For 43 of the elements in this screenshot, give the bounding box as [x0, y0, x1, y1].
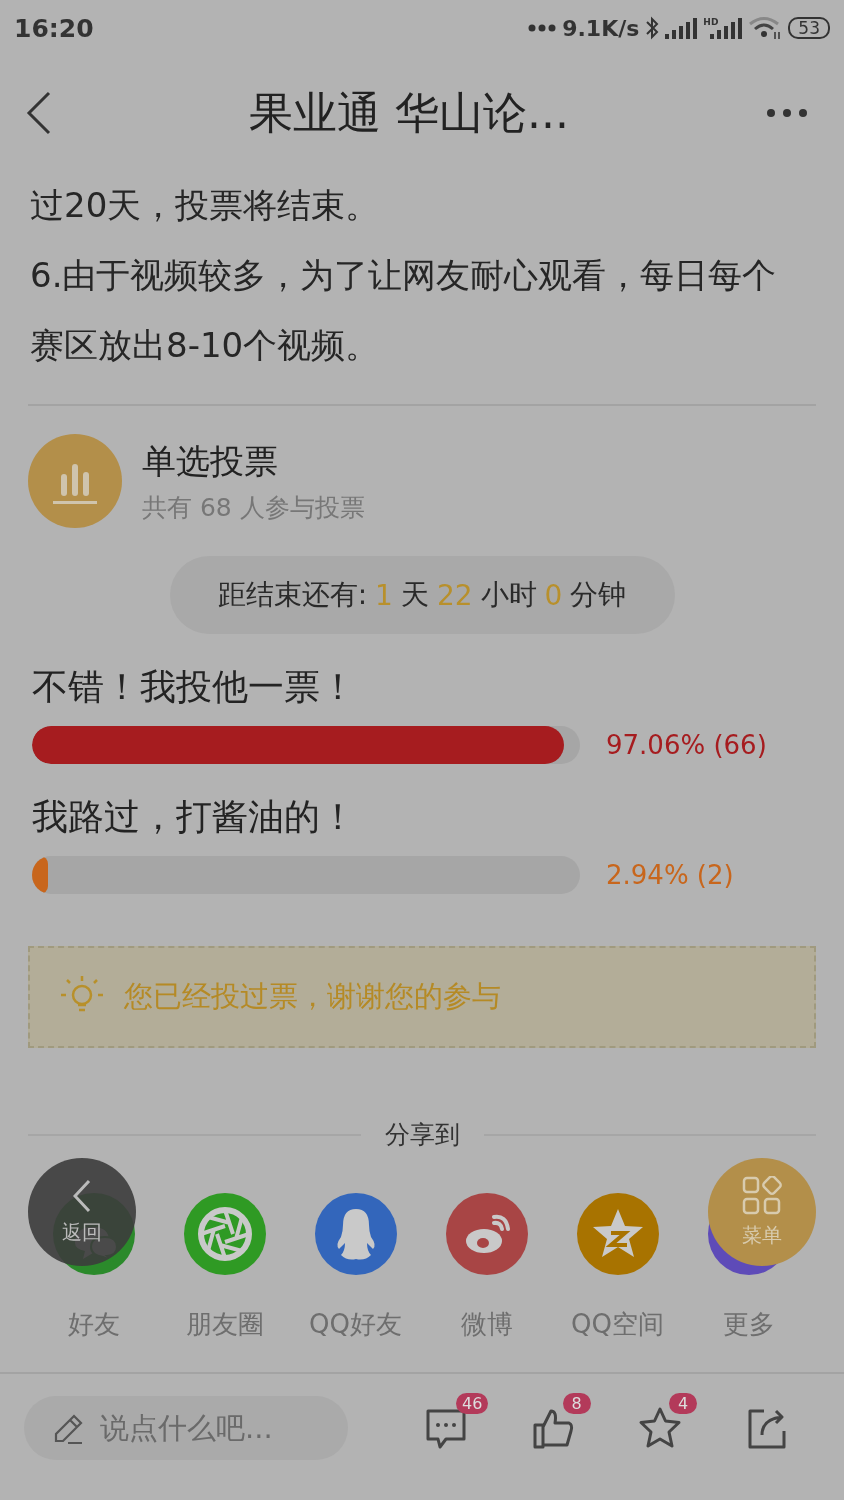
article-text: 过20天，投票将结束。 — [30, 184, 381, 227]
poll-title: 单选投票 — [142, 439, 279, 483]
countdown-label: 小时 — [480, 577, 537, 613]
countdown-number: 1 — [375, 578, 393, 612]
bluetooth-icon — [645, 16, 660, 40]
countdown-number: 22 — [436, 578, 473, 612]
back-icon[interactable] — [26, 91, 52, 135]
count-badge: 46 — [456, 1393, 489, 1414]
count-badge: 4 — [669, 1393, 697, 1414]
battery-indicator: 53 — [788, 17, 830, 39]
option-label: 我路过，打酱油的！ — [32, 795, 357, 839]
share-option[interactable]: QQ空间 — [571, 1307, 664, 1342]
more-icon[interactable] — [766, 108, 808, 118]
option-label: 不错！我投他一票！ — [32, 665, 357, 709]
vote-result: 97.06% (66) — [606, 730, 767, 760]
count-badge: 8 — [562, 1393, 591, 1414]
share-option[interactable]: 朋友圈 — [185, 1307, 264, 1342]
signal-icon — [665, 17, 698, 39]
network-speed: 9.1K/s — [562, 15, 640, 41]
comment-field[interactable]: 说点什么吧... — [24, 1396, 348, 1460]
share-option[interactable]: 微博 — [460, 1307, 513, 1342]
wifi-icon — [748, 16, 783, 40]
countdown-label: 分钟 — [570, 577, 627, 613]
share-option[interactable]: 更多 — [722, 1307, 775, 1342]
countdown-label: 距结束还有: — [217, 577, 368, 613]
menu-button[interactable]: 菜单 — [708, 1158, 816, 1266]
clock-time: 16:20 — [14, 13, 94, 43]
notice-text: 您已经投过票，谢谢您的参与 — [124, 978, 501, 1015]
more-dots-icon — [528, 23, 557, 33]
vote-result: 2.94% (2) — [606, 860, 734, 890]
back-button[interactable]: 返回 — [28, 1158, 136, 1266]
participant-count: 共有 68 人参与投票 — [142, 491, 365, 524]
article-text: 6.由于视频较多，为了让网友耐心观看，每日每个赛区放出8-10个视频。 — [30, 254, 778, 367]
countdown-number: 0 — [544, 578, 563, 612]
page-title: 果业通 华山论... — [248, 85, 570, 140]
back-icon — [73, 1178, 91, 1213]
share-heading: 分享到 — [384, 1119, 460, 1151]
countdown-label: 天 — [400, 577, 429, 613]
poll-chart-icon — [28, 434, 122, 528]
share-option[interactable]: QQ好友 — [309, 1307, 402, 1342]
grid-icon — [742, 1175, 782, 1216]
network-label: HD — [703, 17, 719, 27]
share-option[interactable]: 好友 — [67, 1307, 120, 1342]
